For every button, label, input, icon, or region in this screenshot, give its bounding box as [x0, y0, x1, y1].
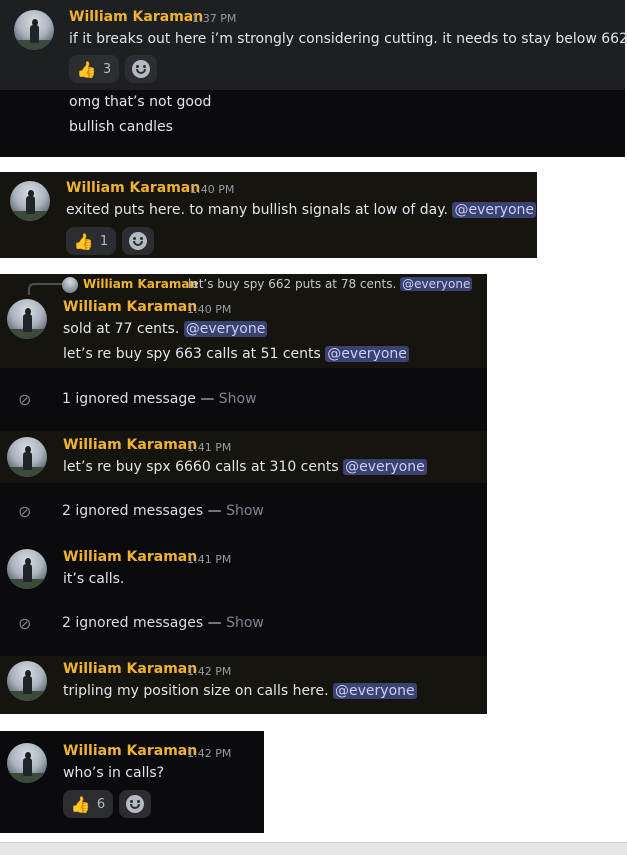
thumbs-up-icon: 👍	[70, 794, 91, 814]
avatar[interactable]	[7, 661, 47, 701]
eye-slash-icon: ⊘	[18, 614, 32, 633]
message-group-1: William Karaman 1:37 PM if it breaks out…	[0, 0, 627, 157]
avatar[interactable]	[7, 743, 47, 783]
thumbs-up-icon: 👍	[76, 59, 97, 79]
reaction-count: 6	[96, 796, 106, 812]
message-group-2: William Karaman 1:40 PM exited puts here…	[0, 172, 537, 258]
message-group-4: William Karaman 1:42 PM who’s in calls? …	[0, 731, 264, 833]
message-body: exited puts here. to many bullish signal…	[66, 202, 448, 218]
ignored-messages-text: 1 ignored message — Show	[62, 391, 257, 407]
reaction-count: 3	[102, 61, 112, 77]
ignored-messages-text: 2 ignored messages — Show	[62, 503, 264, 519]
ignored-messages-row[interactable]: ⊘ 1 ignored message — Show	[0, 372, 487, 428]
mention-everyone[interactable]: @everyone	[183, 321, 268, 337]
author-name[interactable]: William Karaman	[63, 299, 197, 315]
show-button[interactable]: Show	[226, 503, 264, 519]
mention-everyone[interactable]: @everyone	[343, 459, 427, 475]
message-text: if it breaks out here i’m strongly consi…	[69, 31, 627, 47]
message-body: let’s re buy spx 6660 calls at 310 cents	[63, 459, 339, 475]
avatar[interactable]	[7, 549, 47, 589]
message-text: exited puts here. to many bullish signal…	[66, 202, 537, 218]
author-name[interactable]: William Karaman	[63, 661, 197, 677]
add-reaction-button[interactable]	[119, 790, 151, 818]
timestamp: 1:40 PM	[187, 303, 232, 316]
message-body: let’s re buy spy 663 calls at 51 cents	[63, 346, 321, 362]
message-text: let’s re buy spy 663 calls at 51 cents @…	[63, 346, 409, 362]
reaction-thumbs-up[interactable]: 👍 6	[63, 790, 113, 818]
message-text: who’s in calls?	[63, 765, 165, 781]
message-text: bullish candles	[69, 119, 173, 135]
ignored-count: 2 ignored messages —	[62, 503, 222, 519]
ignored-count: 2 ignored messages —	[62, 615, 222, 631]
message-text: let’s re buy spx 6660 calls at 310 cents…	[63, 459, 427, 475]
reaction-count: 1	[99, 233, 109, 249]
message-body: tripling my position size on calls here.	[63, 683, 329, 699]
message-text: omg that’s not good	[69, 94, 212, 110]
show-button[interactable]: Show	[226, 615, 264, 631]
timestamp: 1:42 PM	[187, 747, 232, 760]
reply-author[interactable]: William Karaman	[83, 277, 198, 291]
timestamp: 1:42 PM	[187, 665, 232, 678]
mention-everyone[interactable]: @everyone	[400, 277, 473, 291]
avatar[interactable]	[7, 437, 47, 477]
eye-slash-icon: ⊘	[18, 502, 32, 521]
author-name[interactable]: William Karaman	[63, 549, 197, 565]
avatar[interactable]	[14, 10, 54, 50]
mention-everyone[interactable]: @everyone	[452, 202, 537, 218]
timestamp: 1:40 PM	[190, 183, 235, 196]
mention-everyone[interactable]: @everyone	[325, 346, 409, 362]
smiley-icon	[126, 795, 144, 813]
ignored-messages-row[interactable]: ⊘ 2 ignored messages — Show	[0, 596, 487, 652]
smiley-icon	[129, 232, 147, 250]
author-name[interactable]: William Karaman	[63, 437, 197, 453]
smiley-icon	[132, 60, 150, 78]
add-reaction-button[interactable]	[122, 227, 154, 255]
thumbs-up-icon: 👍	[73, 231, 94, 251]
avatar[interactable]	[10, 181, 50, 221]
bottom-scrollbar[interactable]	[0, 842, 627, 855]
reaction-thumbs-up[interactable]: 👍 3	[69, 55, 119, 83]
ignored-count: 1 ignored message —	[62, 391, 215, 407]
mention-everyone[interactable]: @everyone	[333, 683, 417, 699]
author-name[interactable]: William Karaman	[63, 743, 197, 759]
ignored-messages-text: 2 ignored messages — Show	[62, 615, 264, 631]
message-text: sold at 77 cents. @everyone	[63, 321, 268, 337]
reaction-thumbs-up[interactable]: 👍 1	[66, 227, 116, 255]
message-group-3: William Karaman let’s buy spy 662 puts a…	[0, 274, 487, 714]
timestamp: 1:37 PM	[192, 12, 237, 25]
author-name[interactable]: William Karaman	[66, 180, 200, 196]
message-text: it’s calls.	[63, 571, 125, 587]
reply-body: let’s buy spy 662 puts at 78 cents.	[188, 277, 397, 291]
avatar[interactable]	[7, 299, 47, 339]
reply-avatar[interactable]	[62, 277, 78, 293]
timestamp: 1:41 PM	[187, 441, 232, 454]
reply-connector	[28, 283, 62, 295]
author-name[interactable]: William Karaman	[69, 9, 203, 25]
add-reaction-button[interactable]	[125, 55, 157, 83]
show-button[interactable]: Show	[219, 391, 257, 407]
ignored-messages-row[interactable]: ⊘ 2 ignored messages — Show	[0, 484, 487, 540]
message-text: tripling my position size on calls here.…	[63, 683, 417, 699]
eye-slash-icon: ⊘	[18, 390, 32, 409]
message-body: sold at 77 cents.	[63, 321, 180, 337]
reply-preview[interactable]: let’s buy spy 662 puts at 78 cents. @eve…	[188, 277, 473, 291]
timestamp: 1:41 PM	[187, 553, 232, 566]
